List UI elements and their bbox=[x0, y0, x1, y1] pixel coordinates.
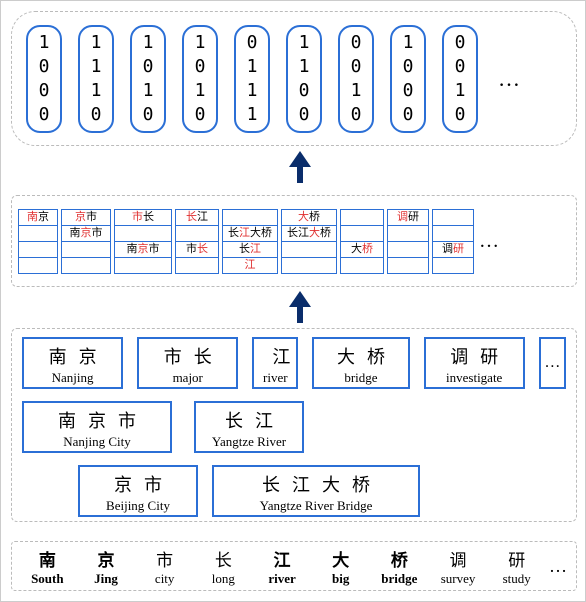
vector: 0111 bbox=[234, 25, 270, 133]
char-col: 江river bbox=[253, 546, 312, 587]
char-col: 调survey bbox=[429, 546, 488, 587]
match-tables-panel: 南京 京市南京市 市长 南京市 长江 市长 长江大桥长江江大桥长江大桥 大桥 调… bbox=[11, 195, 577, 287]
words-panel: 南京Nanjing 市长major 江river 大桥bridge 调研investig… bbox=[11, 328, 577, 522]
match-table: 长江 市长 bbox=[175, 209, 219, 274]
word-box: 长江Yangtze River bbox=[194, 401, 304, 453]
word-box: 南京市Nanjing City bbox=[22, 401, 172, 453]
match-table: 调研 bbox=[387, 209, 429, 274]
chars-ellipsis: … bbox=[546, 556, 570, 577]
vector: 1100 bbox=[286, 25, 322, 133]
diagram-root: 1000 1110 1010 1010 0111 1100 0010 1000 0010 … 南京… bbox=[0, 0, 586, 602]
char-col: 长long bbox=[194, 546, 253, 587]
words-ellipsis: … bbox=[539, 337, 566, 389]
match-table: 南京 bbox=[18, 209, 58, 274]
word-box: 京市Beijing City bbox=[78, 465, 198, 517]
char-col: 市city bbox=[135, 546, 194, 587]
arrow-up-2 bbox=[291, 293, 309, 323]
char-col: 京Jing bbox=[77, 546, 136, 587]
vectors-panel: 1000 1110 1010 1010 0111 1100 0010 1000 0010 … bbox=[11, 11, 577, 146]
vector: 1010 bbox=[182, 25, 218, 133]
word-box: 调研investigate bbox=[424, 337, 525, 389]
match-table: 调研 bbox=[432, 209, 474, 274]
word-box: 江river bbox=[252, 337, 298, 389]
match-table: 长江大桥长江江 bbox=[222, 209, 278, 274]
word-box: 大桥bridge bbox=[312, 337, 409, 389]
vectors-ellipsis: … bbox=[498, 66, 520, 92]
char-col: 研study bbox=[487, 546, 546, 587]
vector: 1000 bbox=[26, 25, 62, 133]
vector: 0010 bbox=[338, 25, 374, 133]
match-table: 京市南京市 bbox=[61, 209, 111, 274]
vector: 1010 bbox=[130, 25, 166, 133]
mid-ellipsis: … bbox=[479, 230, 499, 253]
char-col: 大big bbox=[311, 546, 370, 587]
vector: 1110 bbox=[78, 25, 114, 133]
vector: 1000 bbox=[390, 25, 426, 133]
match-table: 大桥 bbox=[340, 209, 384, 274]
match-table: 大桥长江大桥 bbox=[281, 209, 337, 274]
chars-panel: 南South京Jing市city长long江river大big桥bridge调s… bbox=[11, 541, 577, 591]
char-col: 桥bridge bbox=[370, 546, 429, 587]
arrow-up-1 bbox=[291, 153, 309, 183]
word-box: 南京Nanjing bbox=[22, 337, 123, 389]
char-col: 南South bbox=[18, 546, 77, 587]
match-table: 市长 南京市 bbox=[114, 209, 172, 274]
word-box: 市长major bbox=[137, 337, 238, 389]
vector: 0010 bbox=[442, 25, 478, 133]
word-box: 长江大桥Yangtze River Bridge bbox=[212, 465, 420, 517]
